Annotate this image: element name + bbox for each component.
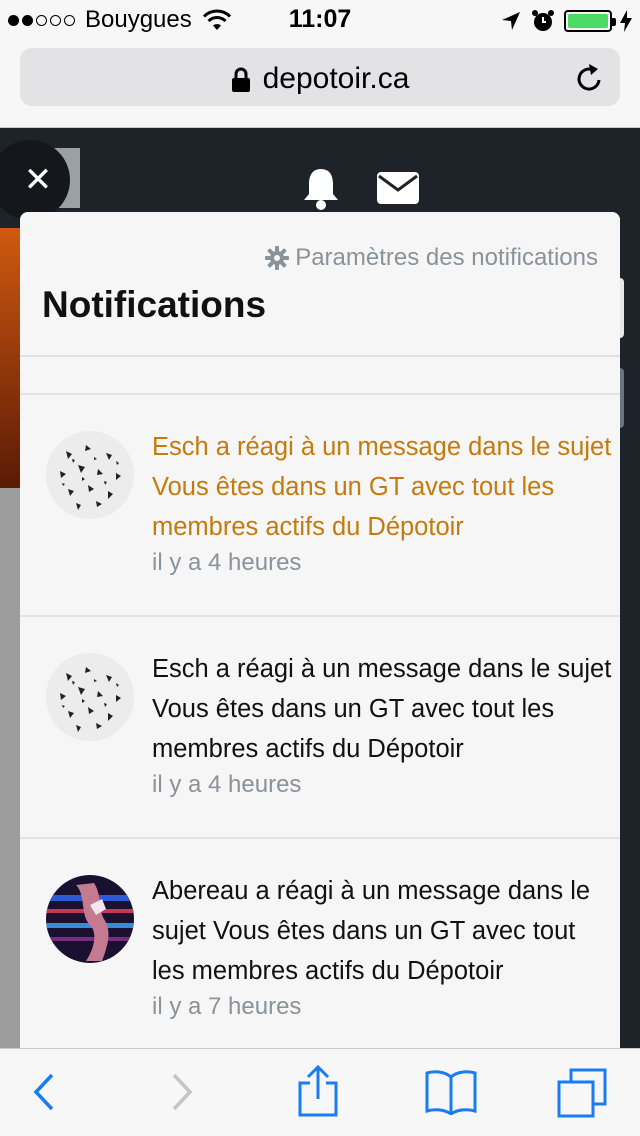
notifications-header: Paramètres des notifications Notificatio… [20,212,620,357]
location-arrow-icon [502,12,520,30]
browser-address-area: depotoir.ca [0,40,640,128]
battery-icon [564,10,616,32]
notification-text: Esch a réagi à un message dans le sujet … [152,655,612,763]
bookmarks-icon[interactable] [424,1069,478,1115]
lock-icon [231,67,250,93]
share-icon[interactable] [296,1065,340,1117]
gear-icon [265,246,290,270]
avatar [46,431,134,519]
settings-label: Paramètres des notifications [295,244,598,271]
reload-icon[interactable] [574,62,604,94]
browser-toolbar [0,1048,640,1136]
status-bar: Bouygues 11:07 [0,0,640,40]
list-item[interactable]: Abereau a réagi à un message dans le suj… [20,839,620,1048]
notifications-panel: Paramètres des notifications Notificatio… [20,212,620,1048]
page-title: Notifications [42,284,267,325]
notification-time: il y a 7 heures [152,993,302,1020]
notification-settings-link[interactable]: Paramètres des notifications [265,244,598,272]
notification-text: Esch a réagi à un message dans le sujet … [152,433,612,541]
notification-time: il y a 4 heures [152,771,302,798]
back-icon[interactable] [30,1071,56,1113]
forward-icon[interactable] [170,1071,196,1113]
alarm-icon [532,10,554,31]
avatar [46,875,134,963]
avatar [46,653,134,741]
address-bar[interactable]: depotoir.ca [20,48,620,106]
notification-time: il y a 4 heures [152,549,302,576]
tabs-icon[interactable] [556,1067,608,1119]
charging-bolt-icon [620,10,632,32]
url-text: depotoir.ca [262,62,410,95]
list-item[interactable]: Esch a réagi à un message dans le sujet … [20,617,620,839]
list-item[interactable]: Esch a réagi à un message dans le sujet … [20,395,620,617]
mail-icon[interactable] [377,172,419,204]
list-item [20,357,620,395]
bell-icon[interactable] [300,166,342,210]
close-icon: ✕ [23,161,53,199]
notification-text: Abereau a réagi à un message dans le suj… [152,877,591,985]
